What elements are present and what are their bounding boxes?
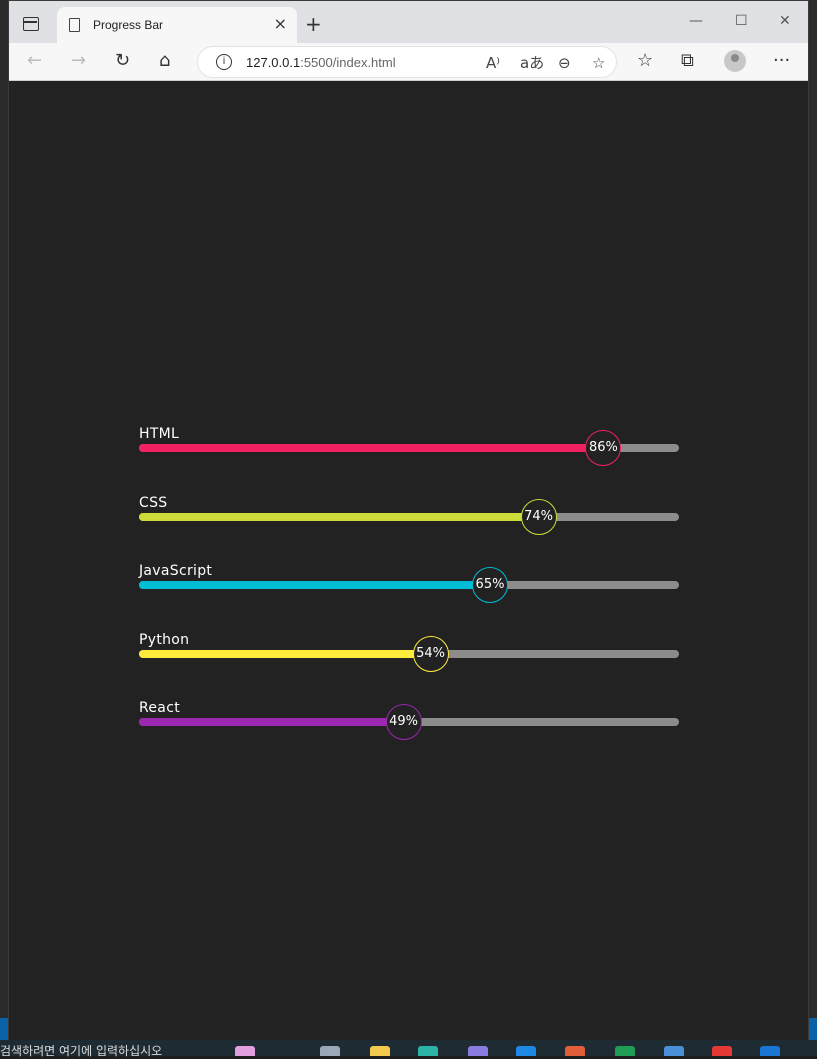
progress-fill xyxy=(139,512,539,521)
mail-icon[interactable] xyxy=(664,1046,684,1056)
home-icon[interactable]: ⌂ xyxy=(159,50,170,72)
powerpoint-icon[interactable] xyxy=(565,1046,585,1056)
progress-fill xyxy=(139,444,604,452)
desktop: Progress Bar × + — ☐ ✕ ← → ↻ ⌂ i 127.0.0… xyxy=(0,0,817,1059)
skill-progress-react: React 49% xyxy=(139,700,679,740)
url-rest: :5500/index.html xyxy=(300,55,396,70)
browser-titlebar: Progress Bar × + — ☐ ✕ xyxy=(9,1,808,43)
editor-status-segment-right xyxy=(809,1018,817,1040)
progress-track: 49% xyxy=(139,704,679,740)
taskbar: 검색하려면 여기에 입력하십시오 xyxy=(0,1040,817,1059)
edge-icon[interactable] xyxy=(418,1046,438,1056)
url-host: 127.0.0.1 xyxy=(246,55,301,70)
translate-icon[interactable]: aあ xyxy=(520,53,544,73)
collections-icon[interactable]: ⧉ xyxy=(681,50,694,72)
progress-fill xyxy=(139,718,404,726)
store-icon[interactable] xyxy=(516,1046,536,1056)
minimize-icon[interactable]: — xyxy=(689,11,703,31)
skill-progress-javascript: JavaScript 65% xyxy=(139,563,679,603)
maximize-icon[interactable]: ☐ xyxy=(735,11,748,31)
progress-track: 65% xyxy=(139,567,679,603)
progress-track: 54% xyxy=(139,635,679,672)
skill-label: HTML xyxy=(139,426,180,442)
app-icon[interactable] xyxy=(468,1046,488,1056)
browser-toolbar: ← → ↻ ⌂ i 127.0.0.1:5500/index.html A⁾ a… xyxy=(9,43,808,81)
progress-fill xyxy=(139,649,431,658)
profile-avatar[interactable] xyxy=(724,50,746,72)
browser-tab[interactable]: Progress Bar × xyxy=(57,7,297,43)
task-view-icon[interactable] xyxy=(320,1046,340,1056)
file-explorer-icon[interactable] xyxy=(370,1046,390,1056)
progress-percent-badge: 65% xyxy=(472,567,508,603)
skill-progress-css: CSS 74% xyxy=(139,495,679,535)
vscode-icon[interactable] xyxy=(760,1046,780,1056)
page-content: HTML 86% CSS 74% JavaScript 65% Python 54% React… xyxy=(9,81,808,1041)
new-tab-icon[interactable]: + xyxy=(305,13,322,35)
taskbar-search-text[interactable]: 검색하려면 여기에 입력하십시오 xyxy=(0,1042,162,1059)
arrow-left-icon[interactable]: ← xyxy=(27,50,42,72)
address-url: 127.0.0.1:5500/index.html xyxy=(246,55,396,70)
skill-label: Python xyxy=(139,631,190,648)
close-tab-icon[interactable]: × xyxy=(274,14,287,34)
site-info-icon[interactable]: i xyxy=(216,54,232,70)
page-icon xyxy=(69,18,80,32)
progress-track: 86% xyxy=(139,430,679,466)
progress-percent-badge: 74% xyxy=(520,498,557,535)
more-icon[interactable]: ··· xyxy=(773,50,790,72)
progress-percent-badge: 49% xyxy=(385,704,422,740)
close-window-icon[interactable]: ✕ xyxy=(779,11,791,31)
editor-status-segment xyxy=(0,1018,8,1040)
progress-percent-badge: 54% xyxy=(412,635,449,672)
tab-actions-icon[interactable] xyxy=(23,17,39,31)
arrow-right-icon[interactable]: → xyxy=(71,50,86,72)
progress-percent-badge: 86% xyxy=(585,430,622,466)
excel-icon[interactable] xyxy=(615,1046,635,1056)
read-aloud-icon[interactable]: A⁾ xyxy=(486,53,500,73)
favorites-icon[interactable]: ☆ xyxy=(637,50,653,72)
skill-progress-html: HTML 86% xyxy=(139,426,679,466)
skill-label: React xyxy=(139,700,180,716)
star-plus-icon[interactable]: ☆ xyxy=(592,53,605,73)
refresh-icon[interactable]: ↻ xyxy=(115,50,130,72)
browser-window: Progress Bar × + — ☐ ✕ ← → ↻ ⌂ i 127.0.0… xyxy=(8,0,809,1041)
skill-label: CSS xyxy=(139,494,168,511)
chrome-icon[interactable] xyxy=(712,1046,732,1056)
widgets-icon[interactable] xyxy=(235,1046,255,1056)
address-bar[interactable]: i 127.0.0.1:5500/index.html A⁾ aあ ⊖ ☆ xyxy=(197,46,617,78)
skill-label: JavaScript xyxy=(139,563,213,579)
background-editor-strip-right xyxy=(809,0,817,1040)
progress-fill xyxy=(139,581,490,589)
progress-track: 74% xyxy=(139,498,679,535)
tab-title: Progress Bar xyxy=(93,18,164,32)
skill-progress-python: Python 54% xyxy=(139,632,679,672)
zoom-out-icon[interactable]: ⊖ xyxy=(558,53,571,73)
background-editor-strip xyxy=(0,0,8,1040)
